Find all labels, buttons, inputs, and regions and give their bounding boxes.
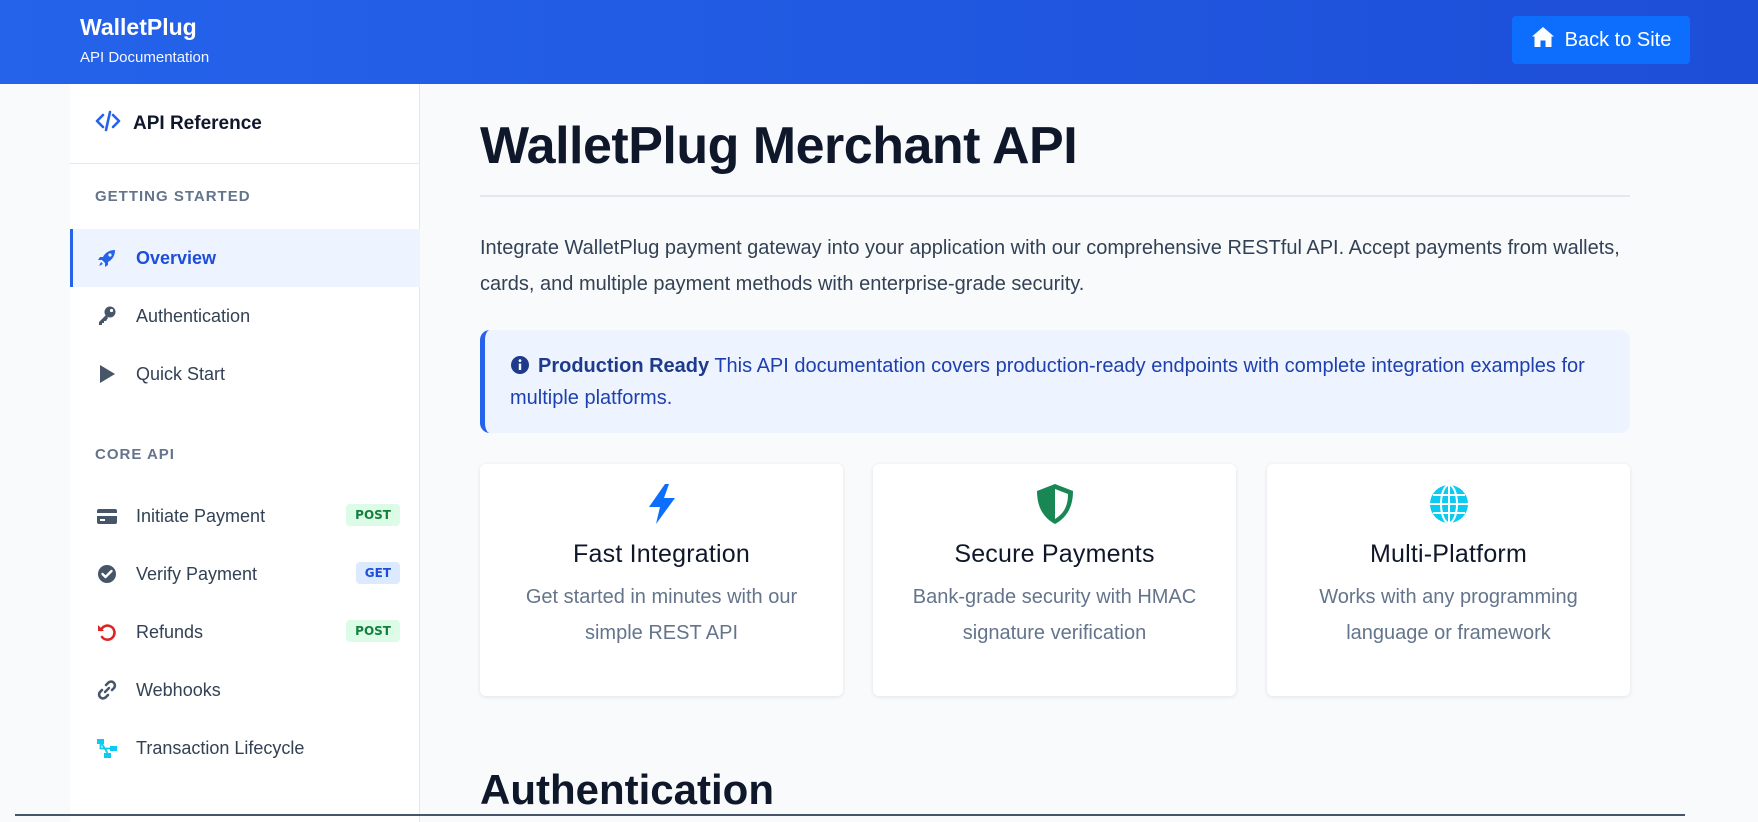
sidebar-title: API Reference [133,112,262,134]
sidebar-nav: API Reference GETTING STARTED Overview A… [70,84,420,822]
section-getting-started: GETTING STARTED [95,188,251,205]
sidebar-item-label: Authentication [136,305,251,326]
card-text: Bank-grade security with HMAC signature … [912,586,1197,644]
title-divider [480,195,1630,197]
sidebar-item-authentication[interactable]: Authentication [70,287,420,345]
sidebar-item-overview[interactable]: Overview [70,229,420,287]
brand-title: WalletPlug [80,14,197,40]
sidebar-item-label: Initiate Payment [136,505,266,526]
sidebar-item-webhooks[interactable]: Webhooks [70,661,420,719]
card-title: Fast Integration [573,540,750,568]
card-text: Get started in minutes with our simple R… [525,586,798,644]
sidebar-header: API Reference [70,84,419,164]
check-circle-icon [96,563,118,585]
method-badge-post: POST [346,504,400,526]
page-title: WalletPlug Merchant API [480,117,1078,175]
sidebar-item-verify-payment[interactable]: Verify Payment GET [70,545,420,603]
back-to-site-button[interactable]: Back to Site [1512,16,1690,64]
sidebar-item-label: Quick Start [136,363,226,384]
link-icon [96,679,118,701]
sidebar-item-label: Verify Payment [136,563,258,584]
callout-heading: Production Ready [538,355,710,377]
code-icon [95,110,121,138]
card-title: Multi-Platform [1370,540,1527,568]
feature-card-fast-integration: Fast Integration Get started in minutes … [480,464,843,696]
feature-card-secure-payments: Secure Payments Bank-grade security with… [873,464,1236,696]
rocket-icon [96,247,118,269]
sidebar-item-quick-start[interactable]: Quick Start [70,345,420,403]
sidebar-item-label: Transaction Lifecycle [136,737,305,758]
card-text: Works with any programming language or f… [1319,586,1578,644]
globe-icon [1427,482,1471,526]
info-icon [510,355,538,377]
brand[interactable]: WalletPlug API Documentation [80,14,209,66]
bolt-icon [640,482,684,526]
play-icon [96,363,118,385]
undo-icon [96,621,118,643]
sidebar-item-transaction-lifecycle[interactable]: Transaction Lifecycle [70,719,420,777]
sidebar-item-label: Webhooks [136,679,221,700]
key-icon [96,305,118,327]
authentication-section-heading: Authentication [480,766,774,813]
top-header: WalletPlug API Documentation Back to Sit… [0,0,1758,84]
back-to-site-label: Back to Site [1564,28,1672,51]
shield-icon [1033,482,1077,526]
sidebar-item-label: Overview [136,247,217,268]
production-ready-callout: Production Ready This API documentation … [480,330,1630,433]
method-badge-post: POST [346,620,400,642]
sidebar-item-refunds[interactable]: Refunds POST [70,603,420,661]
card-title: Secure Payments [954,540,1155,568]
method-badge-get: GET [355,562,400,584]
sidebar-item-label: Refunds [136,621,204,642]
sidebar-item-initiate-payment[interactable]: Initiate Payment POST [70,487,420,545]
horizontal-scrollbar[interactable] [15,814,1685,816]
home-icon [1531,26,1555,54]
section-core-api: CORE API [95,446,175,463]
intro-paragraph: Integrate WalletPlug payment gateway int… [480,237,1620,295]
brand-subtitle: API Documentation [80,49,210,66]
sitemap-icon [96,737,118,759]
feature-card-multi-platform: Multi-Platform Works with any programmin… [1267,464,1630,696]
credit-card-icon [96,505,118,527]
